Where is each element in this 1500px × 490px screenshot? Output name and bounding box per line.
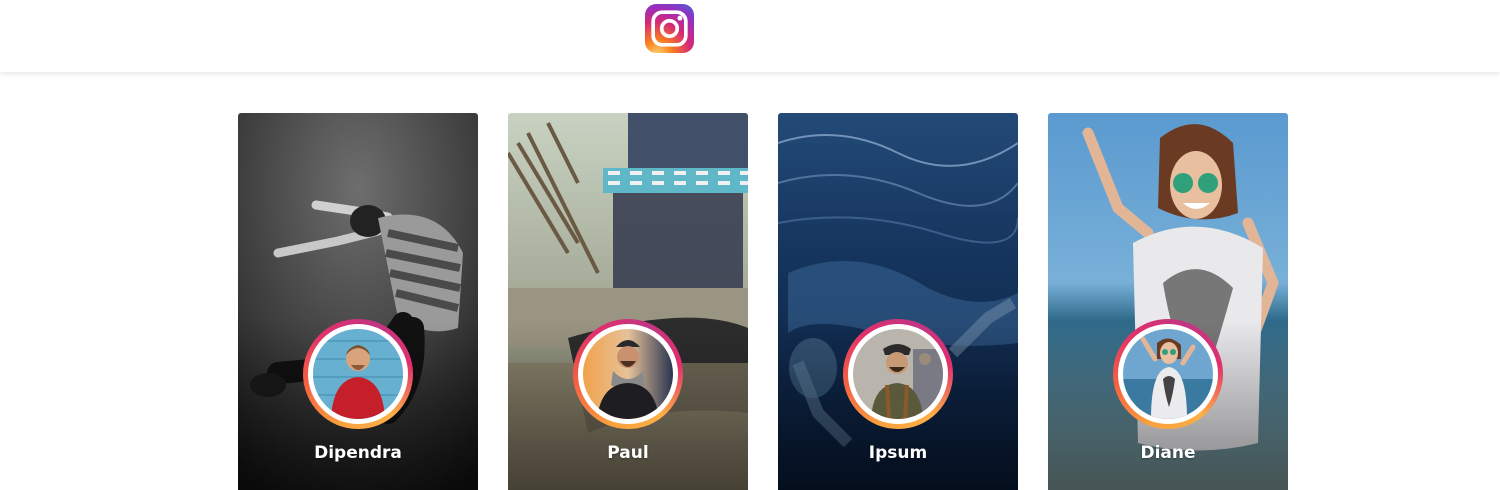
story-card-ipsum[interactable]: Ipsum: [778, 113, 1018, 490]
story-card-dipendra[interactable]: Dipendra: [238, 113, 478, 490]
stories-row: Dipendra Paul Ipsum Diane: [238, 113, 1288, 490]
avatar-ring[interactable]: [573, 319, 683, 429]
story-card-paul[interactable]: Paul: [508, 113, 748, 490]
story-card-diane[interactable]: Diane: [1048, 113, 1288, 490]
story-username: Diane: [1140, 443, 1196, 463]
instagram-icon[interactable]: [645, 4, 694, 53]
avatar: [313, 329, 403, 419]
avatar: [853, 329, 943, 419]
top-bar: [0, 0, 1500, 72]
story-username: Paul: [607, 443, 649, 463]
avatar-ring[interactable]: [843, 319, 953, 429]
story-username: Ipsum: [868, 443, 928, 463]
story-username: Dipendra: [314, 443, 402, 463]
avatar-ring[interactable]: [1113, 319, 1223, 429]
avatar-ring[interactable]: [303, 319, 413, 429]
avatar: [583, 329, 673, 419]
avatar: [1123, 329, 1213, 419]
